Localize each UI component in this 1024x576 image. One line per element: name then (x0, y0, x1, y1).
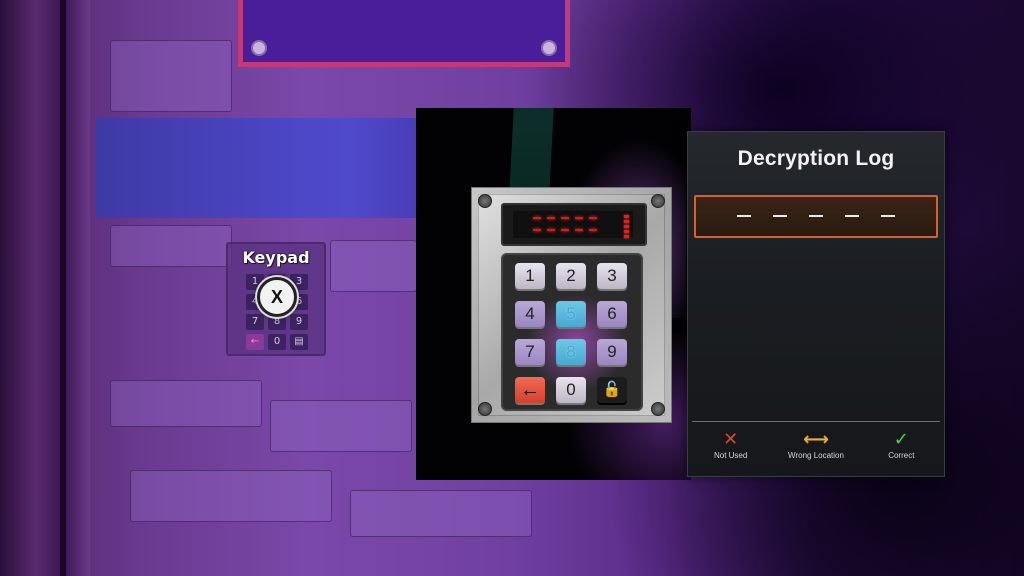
backspace-button[interactable]: ← (515, 377, 545, 403)
display-segment (575, 229, 583, 231)
legend-label: Wrong Location (788, 451, 844, 460)
game-scene: Keypad 1 2 3 4 5 6 7 8 9 ← 0 ▤ X (0, 0, 1024, 576)
decryption-log-title: Decryption Log (737, 147, 895, 170)
brick (330, 240, 417, 292)
display-segment (589, 229, 597, 231)
indicator-leds (624, 215, 629, 238)
key-8[interactable]: 8 (556, 339, 586, 365)
display-segment (533, 217, 541, 219)
wall-sign (238, 0, 570, 67)
legend-divider (692, 421, 940, 422)
unlock-icon: 🔓 (602, 381, 622, 398)
code-slots (696, 215, 936, 217)
indicator-led (624, 215, 629, 218)
brick (130, 470, 332, 522)
keypad-display (501, 203, 647, 246)
keypad-buttons: 1 2 3 4 5 6 7 8 9 ← 0 🔓 (501, 253, 643, 411)
close-button-prompt[interactable]: X (257, 277, 297, 317)
world-key-back: ← (246, 334, 264, 350)
indicator-led (624, 230, 629, 233)
code-entry-box (694, 195, 938, 238)
world-key: 0 (268, 334, 286, 350)
key-2[interactable]: 2 (556, 263, 586, 289)
indicator-led (624, 225, 629, 228)
display-screen (513, 211, 633, 238)
screw-icon (478, 194, 492, 208)
display-segment (561, 229, 569, 231)
indicator-led (624, 235, 629, 238)
code-slot (845, 215, 859, 217)
display-bottom-row (533, 229, 597, 231)
brick (270, 400, 412, 452)
indicator-led (624, 220, 629, 223)
display-segment (533, 229, 541, 231)
world-key: 9 (290, 314, 308, 330)
checkmark-icon: ✓ (893, 429, 909, 450)
display-segment (547, 229, 555, 231)
display-segment (561, 217, 569, 219)
legend-not-used: ✕ Not Used (688, 429, 773, 461)
legend-correct: ✓ Correct (859, 429, 944, 461)
keypad-prompt-label: Keypad (242, 248, 310, 267)
brick (110, 40, 232, 112)
screw-icon (478, 402, 492, 416)
unlock-button[interactable]: 🔓 (597, 377, 627, 403)
code-slot (881, 215, 895, 217)
display-top-row (533, 217, 597, 219)
key-7[interactable]: 7 (515, 339, 545, 365)
brick (350, 490, 532, 537)
sign-bolt (251, 40, 267, 56)
display-segment (575, 217, 583, 219)
key-5[interactable]: 5 (556, 301, 586, 327)
display-segment (589, 217, 597, 219)
brick (110, 225, 232, 267)
key-9[interactable]: 9 (597, 339, 627, 365)
sign-bolt (541, 40, 557, 56)
legend-label: Not Used (713, 451, 748, 460)
code-slot (773, 215, 787, 217)
screw-icon (651, 194, 665, 208)
display-segment (547, 217, 555, 219)
legend-wrong-location: ⟷ Wrong Location (773, 429, 858, 461)
world-key: 7 (246, 314, 264, 330)
screw-icon (651, 402, 665, 416)
code-slot (809, 215, 823, 217)
pillar-edge (60, 0, 66, 576)
legend: ✕ Not Used ⟷ Wrong Location ✓ Correct (688, 429, 944, 461)
key-0[interactable]: 0 (556, 377, 586, 403)
decryption-log-panel: Decryption Log ✕ Not Used ⟷ Wrong Locati… (687, 131, 945, 477)
code-slot (737, 215, 751, 217)
wall-pillar (0, 0, 90, 576)
key-3[interactable]: 3 (597, 263, 627, 289)
key-6[interactable]: 6 (597, 301, 627, 327)
cross-icon: ✕ (723, 429, 739, 450)
key-4[interactable]: 4 (515, 301, 545, 327)
key-1[interactable]: 1 (515, 263, 545, 289)
legend-label: Correct (888, 451, 915, 460)
keypad-device: 1 2 3 4 5 6 7 8 9 ← 0 🔓 (471, 187, 672, 423)
world-key-lock: ▤ (290, 334, 308, 350)
brick (110, 380, 262, 427)
double-arrow-icon: ⟷ (803, 429, 829, 450)
